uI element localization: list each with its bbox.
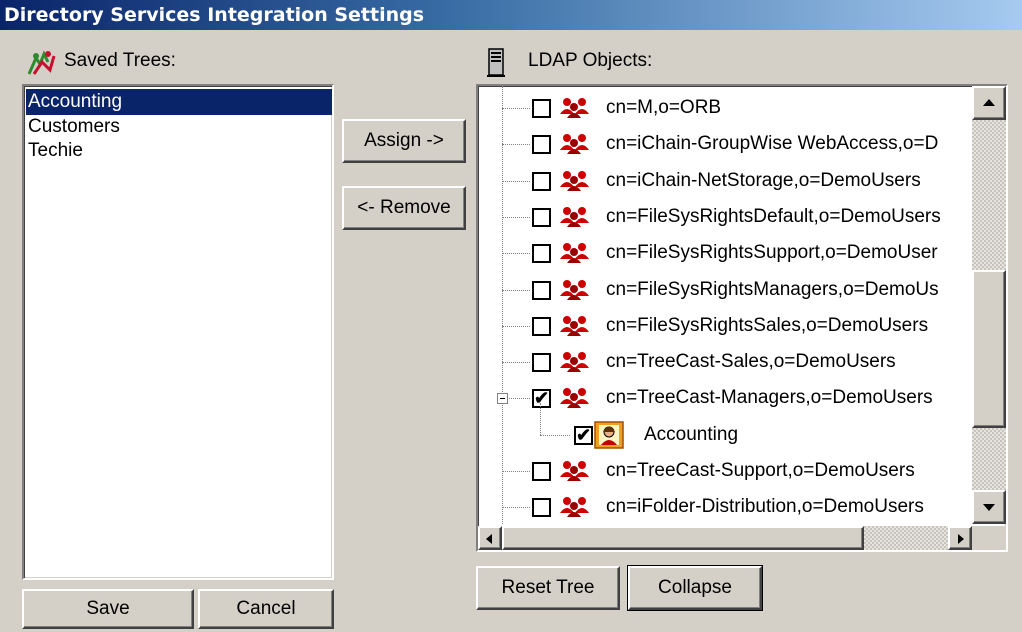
- group-icon: [558, 278, 592, 300]
- tree-node[interactable]: cn=iFolder-Distribution,o=DemoUsers: [478, 491, 958, 524]
- scroll-left-button[interactable]: [478, 526, 502, 550]
- scroll-right-button[interactable]: [948, 526, 972, 550]
- group-icon: [558, 132, 592, 155]
- tree-node[interactable]: cn=FileSysRightsDefault,o=DemoUsers: [478, 201, 958, 235]
- saved-trees-list[interactable]: Accounting Customers Techie: [22, 84, 334, 580]
- server-icon: [486, 48, 506, 78]
- tree-node[interactable]: cn=FileSysRightsSupport,o=DemoUser: [478, 237, 958, 271]
- tree-node-label: cn=TreeCast-Sales,o=DemoUsers: [606, 351, 896, 373]
- tree-node-label: cn=iFolder-Distribution,o=DemoUsers: [606, 496, 924, 518]
- save-button[interactable]: Save: [22, 589, 194, 629]
- tree-node[interactable]: cn=iChain-GroupWise WebAccess,o=D: [478, 128, 958, 162]
- tree-node-label: cn=TreeCast-Support,o=DemoUsers: [606, 460, 915, 481]
- tree-node[interactable]: cn=iChain-NetStorage,o=DemoUsers: [478, 165, 958, 199]
- group-icon: [558, 241, 592, 264]
- tree-checkbox[interactable]: [532, 244, 551, 264]
- tree-connector-line: [502, 108, 530, 109]
- tree-child-node[interactable]: ✔ Accounting: [478, 402, 958, 453]
- assign-button[interactable]: Assign ->: [342, 119, 466, 163]
- tree-connector-line: [502, 144, 530, 146]
- list-item[interactable]: Techie: [26, 139, 332, 163]
- scroll-thumb-horizontal[interactable]: [502, 526, 864, 550]
- vertical-scrollbar[interactable]: [972, 86, 1006, 524]
- tree-checkbox[interactable]: [532, 207, 551, 227]
- tree-node-label: cn=M,o=ORB: [606, 97, 722, 118]
- tree-connector-line: [502, 507, 530, 509]
- tree-node-label: cn=FileSysRightsDefault,o=DemoUsers: [606, 205, 941, 227]
- tree-node-label: cn=iChain-GroupWise WebAccess,o=D: [606, 133, 939, 155]
- tree-node-label: cn=FileSysRightsManagers,o=DemoUs: [606, 278, 939, 300]
- checkmark-icon: ✔: [534, 388, 550, 409]
- saved-trees-label: Saved Trees:: [64, 50, 176, 71]
- tree-connector-line: [502, 325, 530, 327]
- arrow-up-icon: [983, 99, 995, 106]
- group-icon: [558, 96, 592, 118]
- tree-checkbox[interactable]: [532, 99, 551, 118]
- ldap-tree[interactable]: cn=M,o=ORB cn=iChain-GroupWise WebAccess,…: [476, 84, 1008, 552]
- group-icon: [558, 386, 592, 409]
- tree-checkbox[interactable]: [532, 135, 551, 155]
- tree-checkbox[interactable]: ✔: [532, 388, 551, 409]
- ldap-objects-label: LDAP Objects:: [528, 50, 653, 71]
- tree-checkbox[interactable]: ✔: [574, 424, 593, 445]
- scroll-up-button[interactable]: [972, 86, 1006, 120]
- list-item[interactable]: Accounting: [26, 89, 332, 115]
- tree-node-label: cn=iChain-NetStorage,o=DemoUsers: [606, 169, 921, 191]
- group-icon: [558, 495, 592, 518]
- arrow-right-icon: [958, 534, 964, 544]
- org-unit-icon: [594, 420, 624, 449]
- tree-node[interactable]: ✔ cn=TreeCast-Managers,o=DemoUsers: [478, 382, 958, 416]
- arrow-down-icon: [983, 504, 995, 511]
- tree-node-label: Accounting: [644, 423, 739, 445]
- tree-connector-line: [502, 216, 530, 218]
- tree-node[interactable]: cn=FileSysRightsSales,o=DemoUsers: [478, 310, 958, 344]
- group-icon: [558, 350, 592, 373]
- window-title: Directory Services Integration Settings: [0, 0, 1022, 30]
- tree-checkbox[interactable]: [532, 462, 551, 481]
- scrollbar-corner: [972, 526, 1006, 550]
- tree-node[interactable]: cn=TreeCast-Sales,o=DemoUsers: [478, 346, 958, 380]
- tree-node-label: cn=FileSysRightsSales,o=DemoUsers: [606, 314, 929, 336]
- reset-tree-button[interactable]: Reset Tree: [476, 566, 620, 610]
- tree-connector-line: [502, 289, 530, 291]
- tree-connector-line: [540, 434, 570, 436]
- tree-node[interactable]: cn=TreeCast-Support,o=DemoUsers: [478, 455, 958, 489]
- group-icon: [558, 205, 592, 227]
- group-icon: [558, 459, 592, 481]
- tree-connector-line: [502, 180, 530, 182]
- group-icon: [558, 314, 592, 336]
- collapse-toggle-icon[interactable]: [497, 393, 508, 405]
- tree-node-label: cn=TreeCast-Managers,o=DemoUsers: [606, 387, 933, 409]
- collapse-button[interactable]: Collapse: [627, 565, 763, 611]
- tree-node[interactable]: cn=M,o=ORB: [478, 92, 958, 126]
- tree-node-label: cn=FileSysRightsSupport,o=DemoUser: [606, 242, 938, 264]
- tree-connector-line: [502, 471, 530, 472]
- tree-connector-line: [502, 362, 530, 364]
- checkmark-icon: ✔: [576, 424, 592, 445]
- tree-connector-line: [502, 253, 530, 255]
- tree-checkbox[interactable]: [532, 353, 551, 373]
- arrow-left-icon: [486, 534, 492, 544]
- scroll-thumb[interactable]: [972, 270, 1006, 428]
- tree-node[interactable]: cn=FileSysRightsManagers,o=DemoUs: [478, 274, 958, 308]
- tree-connector-line: [540, 402, 541, 435]
- scroll-down-button[interactable]: [972, 490, 1006, 524]
- horizontal-scrollbar[interactable]: [478, 526, 972, 550]
- cancel-button[interactable]: Cancel: [198, 589, 334, 629]
- list-item[interactable]: Customers: [26, 115, 332, 139]
- remove-button[interactable]: <- Remove: [342, 186, 466, 230]
- tree-checkbox[interactable]: [532, 498, 551, 518]
- tree-checkbox[interactable]: [532, 280, 551, 300]
- tree-checkbox[interactable]: [532, 316, 551, 336]
- tree-checkbox[interactable]: [532, 171, 551, 191]
- group-icon: [558, 169, 592, 191]
- saved-trees-icon: [26, 48, 56, 76]
